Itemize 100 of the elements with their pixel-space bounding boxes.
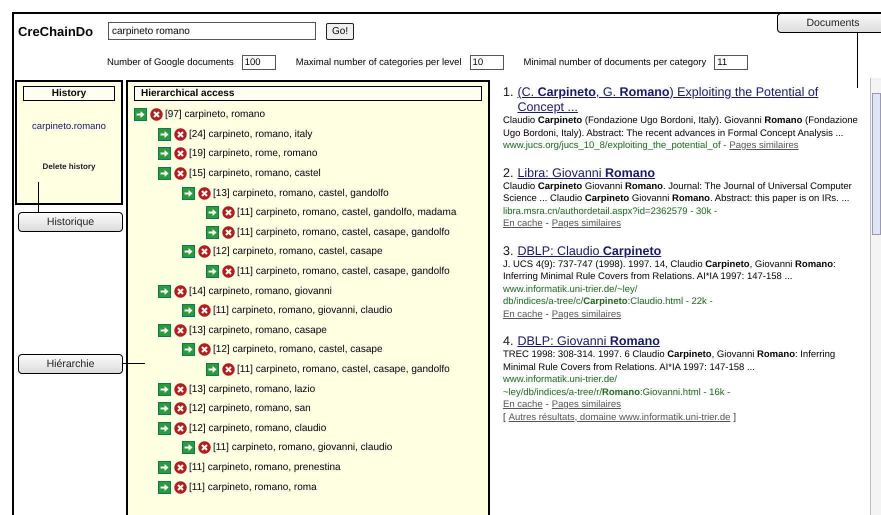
result-link[interactable]: En cache: [503, 218, 543, 230]
result-link[interactable]: Pages similaires: [552, 399, 621, 412]
category-link[interactable]: [19] carpineto, rome, romano: [189, 148, 318, 160]
go-arrow-icon[interactable]: [158, 382, 171, 396]
result-title-link[interactable]: DBLP: Claudio Carpineto: [517, 244, 662, 258]
result-url: libra.msra.cn/authordetail.aspx?id=2362579 - 30k -: [503, 206, 718, 218]
category-link[interactable]: [12] carpineto, romano, san: [189, 403, 311, 414]
result-link[interactable]: En cache: [503, 399, 543, 412]
delete-icon[interactable]: [174, 284, 187, 298]
result-url: www.jucs.org/jucs_10_8/exploiting_the_potential_of -: [503, 140, 726, 152]
delete-icon[interactable]: [174, 324, 187, 337]
delete-icon[interactable]: [198, 186, 211, 200]
go-arrow-icon[interactable]: [206, 363, 219, 376]
number-field[interactable]: 100: [242, 54, 276, 70]
panel-title: History: [23, 86, 115, 101]
category-link[interactable]: [11] carpineto, romano, castel, gandolfo, madama: [237, 207, 456, 218]
delete-icon[interactable]: [198, 245, 211, 258]
go-arrow-icon[interactable]: [206, 265, 219, 278]
result-snippet: Claudio Carpineto Giovanni Romano. Journal: The Journal of Universal Computer Science ... Claudio Carpineto Giovanni Romano. Abstract: this paper is on IRs. ...: [503, 180, 853, 206]
delete-icon[interactable]: [198, 343, 211, 356]
scrollbar[interactable]: [870, 78, 881, 515]
panel-title: Hierarchical access: [134, 86, 482, 101]
delete-icon[interactable]: [174, 480, 187, 494]
go-arrow-icon[interactable]: [158, 422, 171, 435]
category-link[interactable]: [11] carpineto, romano, giovanni, claudio: [213, 305, 392, 316]
delete-icon[interactable]: [222, 265, 235, 278]
option-label: Minimal number of documents per category: [524, 56, 706, 68]
delete-icon[interactable]: [198, 304, 211, 318]
number-field[interactable]: 10: [470, 54, 504, 70]
result-link[interactable]: En cache: [503, 308, 543, 321]
go-arrow-icon[interactable]: [158, 402, 171, 416]
delete-icon[interactable]: [198, 441, 211, 454]
category-link[interactable]: [13] carpineto, romano, castel, gandolfo: [213, 188, 389, 199]
delete-icon[interactable]: [222, 226, 235, 239]
go-arrow-icon[interactable]: [158, 460, 171, 474]
go-arrow-icon[interactable]: [182, 304, 195, 318]
category-link[interactable]: [11] carpineto, romano, castel, casape, gandolfo: [237, 226, 450, 238]
callout-label: Hiérarchie: [18, 354, 123, 374]
delete-icon[interactable]: [174, 167, 187, 180]
go-arrow-icon[interactable]: [206, 206, 219, 220]
history-item[interactable]: carpineto.romano: [32, 121, 106, 132]
result-title-link[interactable]: DBLP: Giovanni Romano: [517, 334, 660, 349]
category-link[interactable]: [11] carpineto, romano, roma: [189, 482, 317, 493]
result-title-link[interactable]: Libra: Giovanni Romano: [517, 166, 655, 180]
go-arrow-icon[interactable]: [134, 108, 147, 122]
app-title: CreChainDo: [18, 24, 94, 38]
go-button[interactable]: Go!: [326, 22, 354, 40]
go-arrow-icon[interactable]: [158, 128, 171, 141]
category-link[interactable]: [11] carpineto, romano, giovanni, claudio: [213, 442, 392, 454]
go-arrow-icon[interactable]: [158, 480, 171, 494]
result-snippet: TREC 1998: 308-314. 1997. 6 Claudio Carpineto, Giovanni Romano: Inferring Minimal Rule Covers from Relations. AI*IA 1997: 147-158 ...: [503, 349, 836, 374]
search-field[interactable]: carpineto romano: [108, 22, 316, 40]
result-title-link[interactable]: (C. Carpineto, G. Romano) Exploiting the Potential of Concept ...: [517, 85, 864, 115]
category-link[interactable]: [97] carpineto, romano: [165, 109, 266, 120]
go-arrow-icon[interactable]: [158, 167, 171, 180]
separator-text: -: [546, 218, 549, 230]
category-link[interactable]: [11] carpineto, romano, castel, casape, gandolfo: [237, 266, 450, 278]
category-link[interactable]: [14] carpineto, romano, giovanni: [189, 286, 332, 297]
result-url: ~ley/db/indices/a-tree/r/Romano:Giovanni.html - 16k -: [503, 386, 730, 399]
go-arrow-icon[interactable]: [182, 441, 195, 454]
category-link[interactable]: [11] carpineto, romano, castel, casape, gandolfo: [237, 364, 450, 376]
delete-history-link[interactable]: Delete history: [42, 162, 96, 171]
category-link[interactable]: [12] carpineto, romano, claudio: [189, 422, 326, 434]
delete-icon[interactable]: [174, 128, 187, 141]
category-link[interactable]: [12] carpineto, romano, castel, casape: [213, 246, 383, 258]
go-arrow-icon[interactable]: [158, 284, 171, 298]
delete-icon[interactable]: [222, 363, 235, 376]
category-link[interactable]: [15] carpineto, romano, castel: [189, 168, 321, 180]
result-number: 4.: [503, 334, 514, 349]
go-arrow-icon[interactable]: [206, 226, 219, 239]
category-link[interactable]: [13] carpineto, romano, casape: [189, 324, 327, 336]
result-url: www.informatik.uni-trier.de/: [503, 374, 618, 386]
result-snippet: Claudio Carpineto (Fondazione Ugo Bordoni, Italy). Giovanni Romano (Fondazione Ugo Bordoni, Italy). Abstract: The recent advances in Formal Concept Analysis ...: [503, 115, 859, 140]
result-link[interactable]: Pages similaires: [552, 218, 621, 230]
option-label: Maximal number of categories per level: [296, 56, 462, 68]
go-arrow-icon[interactable]: [182, 245, 195, 258]
go-arrow-icon[interactable]: [182, 343, 195, 356]
result-number: 3.: [503, 244, 514, 258]
category-link[interactable]: [24] carpineto, romano, italy: [189, 128, 312, 140]
result-link[interactable]: Pages similaires: [552, 308, 621, 321]
go-arrow-icon[interactable]: [182, 186, 195, 200]
category-link[interactable]: [11] carpineto, romano, prenestina: [189, 462, 341, 473]
go-arrow-icon[interactable]: [158, 147, 171, 160]
category-link[interactable]: [12] carpineto, romano, castel, casape: [213, 344, 383, 356]
delete-icon[interactable]: [174, 460, 187, 474]
delete-icon[interactable]: [174, 147, 187, 160]
delete-icon[interactable]: [174, 422, 187, 435]
result-link[interactable]: Autres résultats, domaine www.informatik.uni-trier.de: [508, 412, 730, 424]
separator-text: [: [503, 412, 506, 424]
leader-line: [857, 32, 858, 88]
delete-icon[interactable]: [174, 382, 187, 396]
go-arrow-icon[interactable]: [158, 324, 171, 337]
number-field[interactable]: 11: [714, 54, 748, 70]
category-link[interactable]: [13] carpineto, romano, lazio: [189, 384, 316, 395]
delete-icon[interactable]: [222, 206, 235, 220]
delete-icon[interactable]: [174, 402, 187, 416]
result-link[interactable]: Pages similaires: [729, 140, 799, 152]
result-number: 2.: [503, 166, 514, 180]
callout-label: Historique: [18, 212, 123, 232]
delete-icon[interactable]: [150, 108, 163, 122]
